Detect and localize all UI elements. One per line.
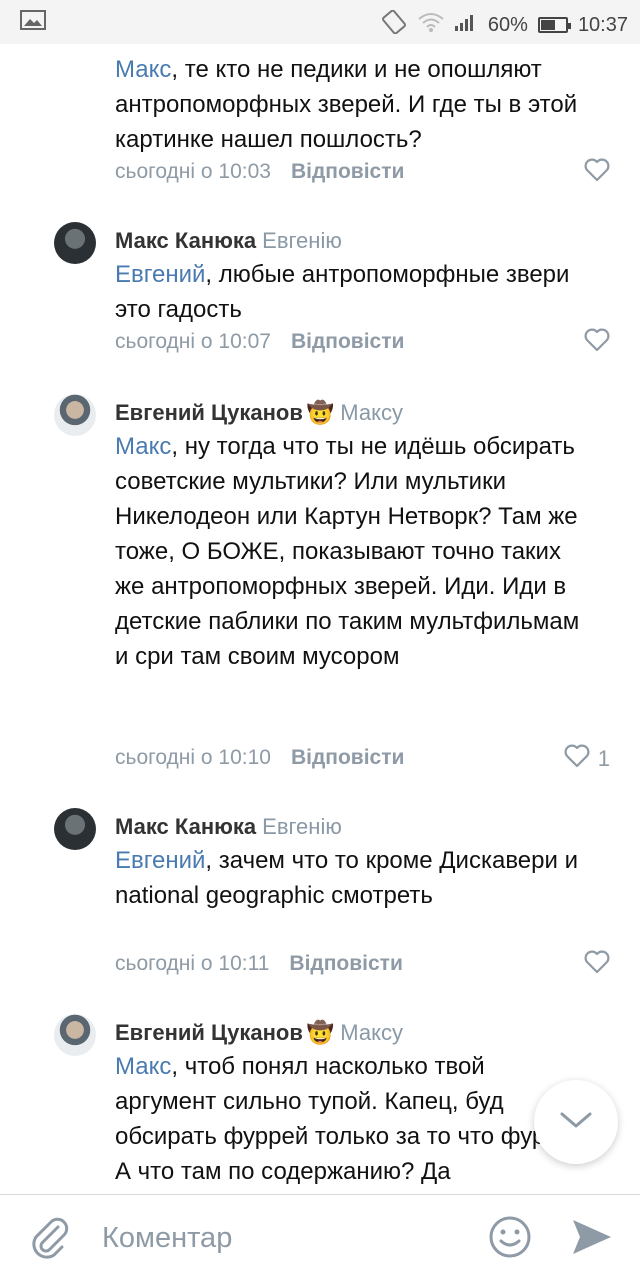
send-icon[interactable] (570, 1217, 614, 1262)
signal-icon (454, 12, 478, 38)
heart-icon (584, 950, 610, 980)
comment-date: сьогодні о 10:07 (115, 330, 271, 353)
comment-text: Макс, ну тогда что ты не идёшь обсирать … (115, 433, 580, 670)
comment-meta: сьогодні о 10:10 Відповісти (115, 746, 404, 770)
reply-to: Евгенію (262, 228, 342, 253)
heart-icon (564, 744, 590, 774)
like-button[interactable] (562, 950, 610, 980)
reply-button[interactable]: Відповісти (291, 160, 404, 183)
comment-text: Евгений, зачем что то кроме Дискавери и … (115, 847, 578, 909)
comment-author[interactable]: Евгений Цуканов 🤠 Максу (115, 1020, 403, 1046)
battery-percent: 60% (487, 13, 528, 36)
comment-composer: Коментар (0, 1194, 640, 1281)
mention-link[interactable]: Евгений (115, 261, 205, 288)
mention-link[interactable]: Евгений (115, 847, 205, 874)
comment-text: Макс, те кто не педики и не опошляют ант… (115, 56, 578, 153)
reply-to: Евгенію (262, 814, 342, 839)
battery-icon (537, 17, 571, 33)
comment-author[interactable]: Евгений Цуканов 🤠 Максу (115, 400, 403, 426)
clock: 10:37 (577, 13, 628, 36)
scroll-down-button[interactable] (534, 1080, 618, 1164)
reply-to: Максу (340, 1020, 403, 1045)
emoji-icon[interactable] (488, 1215, 532, 1264)
comment-text: Евгений, любые антропоморфные звери это … (115, 261, 570, 323)
like-button[interactable] (562, 328, 610, 358)
comment-author[interactable]: Макс Канюка Евгенію (115, 814, 342, 840)
author-emoji: 🤠 (306, 400, 335, 425)
comment-text: Макс, чтоб понял насколько твой аргумент… (115, 1053, 579, 1185)
comment-meta: сьогодні о 10:11 Відповісти (115, 952, 403, 976)
image-icon (20, 10, 46, 36)
avatar[interactable] (54, 394, 96, 436)
rotate-icon (380, 9, 408, 40)
reply-button[interactable]: Відповісти (291, 330, 404, 353)
comment-date: сьогодні о 10:10 (115, 746, 271, 769)
comment-meta: сьогодні о 10:03 Відповісти (115, 160, 404, 184)
avatar[interactable] (54, 1014, 96, 1056)
mention-link[interactable]: Макс (115, 56, 171, 83)
comment-date: сьогодні о 10:03 (115, 160, 271, 183)
reply-to: Максу (340, 400, 403, 425)
wifi-icon (418, 11, 444, 39)
battery-level (540, 20, 555, 30)
comment-author[interactable]: Макс Канюка Евгенію (115, 228, 342, 254)
avatar[interactable] (54, 222, 96, 264)
mention-link[interactable]: Макс (115, 433, 171, 460)
author-emoji: 🤠 (306, 1020, 335, 1045)
comment-date: сьогодні о 10:11 (115, 952, 270, 975)
reply-button[interactable]: Відповісти (289, 952, 402, 975)
like-count: 1 (597, 746, 610, 771)
mention-link[interactable]: Макс (115, 1053, 171, 1080)
like-button[interactable] (562, 158, 610, 188)
comment-meta: сьогодні о 10:07 Відповісти (115, 330, 404, 354)
attach-icon[interactable] (28, 1215, 70, 1264)
chevron-down-icon (559, 1110, 593, 1135)
comment-input[interactable]: Коментар (102, 1222, 232, 1255)
status-bar: 60% 10:37 (0, 0, 640, 44)
avatar[interactable] (54, 808, 96, 850)
reply-button[interactable]: Відповісти (291, 746, 404, 769)
heart-icon (584, 158, 610, 188)
comments-feed[interactable]: Макс, те кто не педики и не опошляют ант… (0, 44, 640, 1194)
like-button[interactable]: 1 (562, 744, 610, 774)
heart-icon (584, 328, 610, 358)
